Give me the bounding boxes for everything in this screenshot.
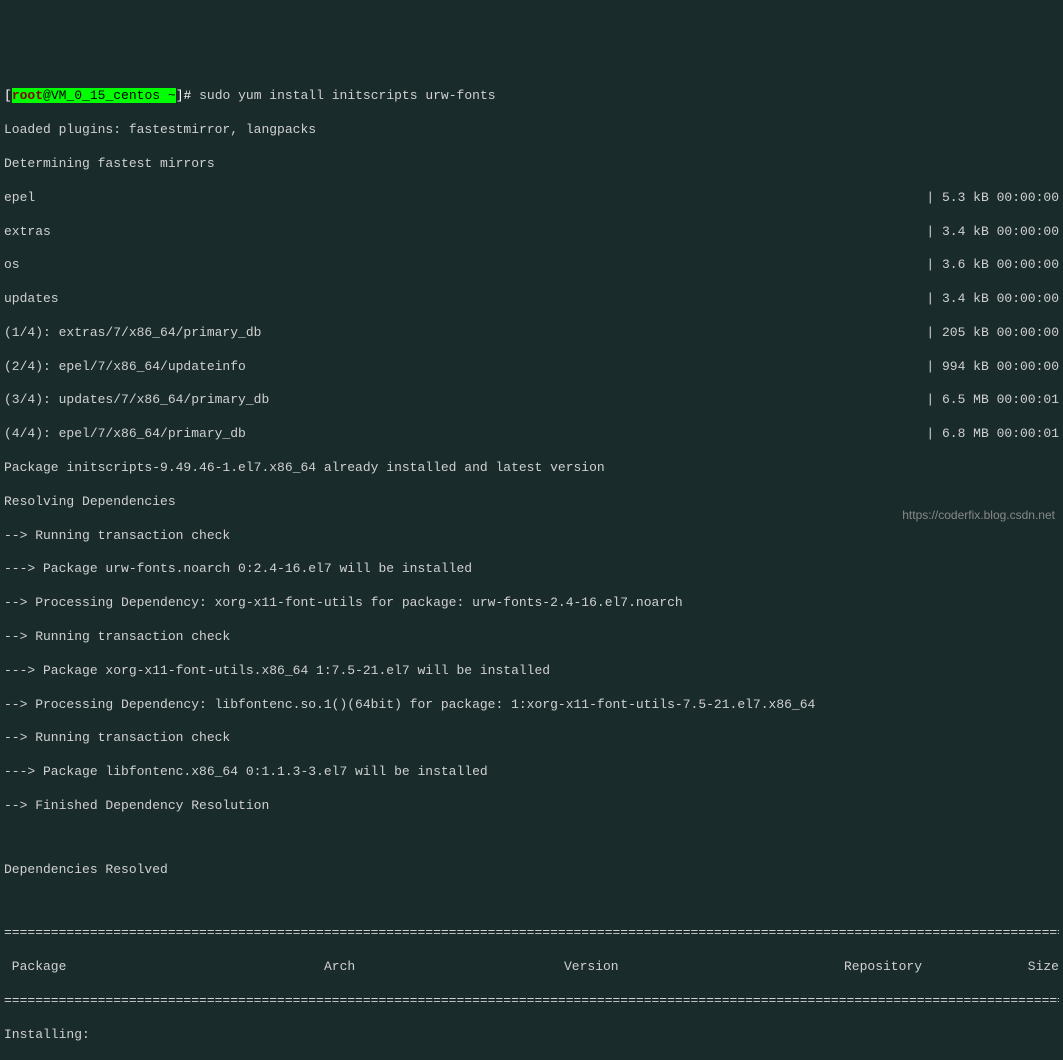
output-line: --> Processing Dependency: xorg-x11-font… (4, 595, 1059, 612)
output-line: --> Running transaction check (4, 629, 1059, 646)
output-line: ---> Package libfontenc.x86_64 0:1.1.3-3… (4, 764, 1059, 781)
output-line: --> Processing Dependency: libfontenc.so… (4, 697, 1059, 714)
output-line: Package initscripts-9.49.46-1.el7.x86_64… (4, 460, 1059, 477)
output-line: ---> Package xorg-x11-font-utils.x86_64 … (4, 663, 1059, 680)
output-line: Loaded plugins: fastestmirror, langpacks (4, 122, 1059, 139)
watermark: https://coderfix.blog.csdn.net (902, 508, 1055, 524)
repo-line: (4/4): epel/7/x86_64/primary_db| 6.8 MB … (4, 426, 1059, 443)
repo-line: updates| 3.4 kB 00:00:00 (4, 291, 1059, 308)
bracket-open: [ (4, 88, 12, 103)
blank-line (4, 832, 1059, 845)
header-arch: Arch (324, 959, 564, 976)
header-version: Version (564, 959, 844, 976)
output-line: --> Running transaction check (4, 730, 1059, 747)
output-line: Dependencies Resolved (4, 862, 1059, 879)
divider-line: ========================================… (4, 993, 1059, 1010)
header-size: Size (994, 959, 1059, 976)
blank-line (4, 895, 1059, 908)
table-header: Package Arch Version Repository Size (4, 959, 1059, 976)
bracket-close: ]# (176, 88, 199, 103)
command-text: sudo yum install initscripts urw-fonts (199, 88, 495, 103)
prompt-tilde: ~ (168, 88, 176, 103)
repo-line: os| 3.6 kB 00:00:00 (4, 257, 1059, 274)
output-line: Resolving Dependencies (4, 494, 1059, 511)
prompt-at: @ (43, 88, 51, 103)
output-line: Determining fastest mirrors (4, 156, 1059, 173)
prompt-host: VM_0_15_centos (51, 88, 168, 103)
repo-line: extras| 3.4 kB 00:00:00 (4, 224, 1059, 241)
repo-line: epel| 5.3 kB 00:00:00 (4, 190, 1059, 207)
header-repo: Repository (844, 959, 994, 976)
prompt-user: root (12, 88, 43, 103)
repo-line: (3/4): updates/7/x86_64/primary_db| 6.5 … (4, 392, 1059, 409)
repo-line: (1/4): extras/7/x86_64/primary_db| 205 k… (4, 325, 1059, 342)
terminal-output: [root@VM_0_15_centos ~]# sudo yum instal… (4, 72, 1059, 1060)
section-label: Installing: (4, 1027, 1059, 1044)
prompt-line[interactable]: [root@VM_0_15_centos ~]# sudo yum instal… (4, 88, 1059, 105)
repo-line: (2/4): epel/7/x86_64/updateinfo| 994 kB … (4, 359, 1059, 376)
divider-line: ========================================… (4, 925, 1059, 942)
output-line: ---> Package urw-fonts.noarch 0:2.4-16.e… (4, 561, 1059, 578)
output-line: --> Finished Dependency Resolution (4, 798, 1059, 815)
output-line: --> Running transaction check (4, 528, 1059, 545)
header-package: Package (4, 959, 324, 976)
